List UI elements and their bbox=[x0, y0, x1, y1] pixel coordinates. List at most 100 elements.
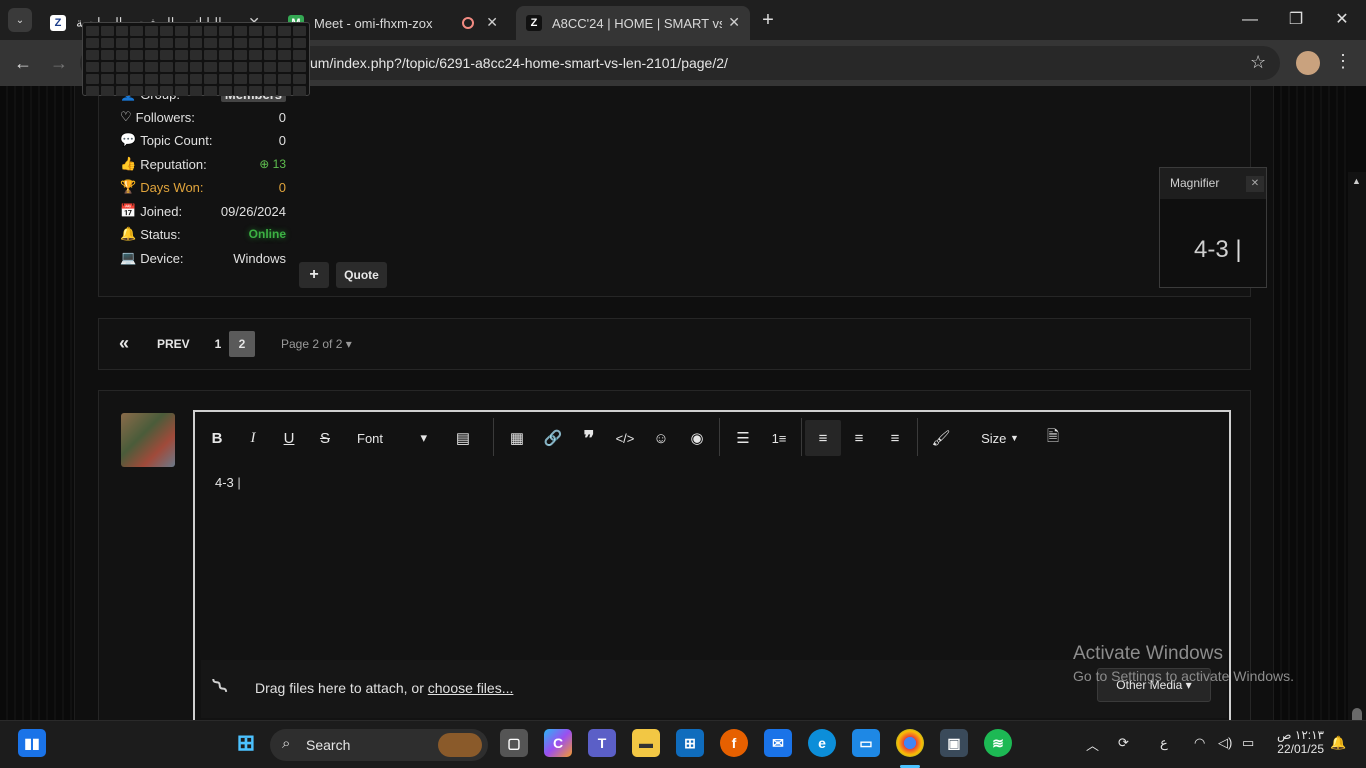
profile-followers-row: ♡ Followers: 0 bbox=[120, 107, 288, 127]
first-page-icon[interactable]: « bbox=[119, 333, 129, 354]
page-scrollbar[interactable]: ▲ ▼ bbox=[1348, 172, 1366, 720]
magnified-text: 4-3 bbox=[1194, 236, 1229, 263]
tab-search-button[interactable]: ⌄ bbox=[8, 8, 32, 32]
italic-button[interactable]: I bbox=[235, 420, 271, 456]
tab-favicon: Z bbox=[50, 15, 66, 31]
size-dropdown[interactable]: Size ▼ bbox=[975, 420, 1025, 456]
joined-value: 09/26/2024 bbox=[220, 203, 286, 219]
bold-button[interactable]: B bbox=[199, 420, 235, 456]
close-window-button[interactable]: ✕ bbox=[1332, 8, 1352, 32]
app-icon[interactable]: ▭ bbox=[852, 729, 880, 757]
tab-title: A8CC'24 | HOME | SMART vs LEN bbox=[552, 15, 722, 31]
attach-instructions: Drag files here to attach, or choose fil… bbox=[255, 680, 513, 696]
bulleted-list-icon[interactable]: ☰ bbox=[725, 420, 761, 456]
clock[interactable]: ١٢:١٣ ص 22/01/25 bbox=[1274, 728, 1324, 756]
tab-close-icon[interactable]: ✕ bbox=[486, 14, 498, 31]
bookmark-star-icon[interactable]: ☆ bbox=[1250, 52, 1266, 73]
caret-down-icon: ▾ bbox=[345, 337, 352, 351]
multiquote-plus-button[interactable]: + bbox=[299, 262, 329, 288]
plus-circle-icon: ⊕ bbox=[259, 157, 273, 171]
toolbar-divider bbox=[917, 418, 918, 456]
status-badge: Online bbox=[248, 227, 286, 241]
toolbar-divider bbox=[493, 418, 494, 456]
strikethrough-button[interactable]: S bbox=[307, 420, 343, 456]
page-jump-dropdown[interactable]: Page 2 of 2 ▾ bbox=[281, 337, 352, 351]
quote-button[interactable]: Quote bbox=[336, 262, 387, 288]
widgets-icon[interactable]: ▮▮ bbox=[18, 729, 46, 757]
link-icon[interactable]: 🔗 bbox=[535, 420, 571, 456]
tab-2[interactable]: M Meet - omi-fhxm-zox ✕ bbox=[278, 6, 508, 40]
choose-files-link[interactable]: choose files... bbox=[428, 680, 514, 696]
taskbar-search-box[interactable]: ⌕ Search bbox=[270, 729, 488, 761]
tray-overflow-chevron-icon[interactable]: ︿ bbox=[1086, 735, 1099, 754]
comments-icon: 💬 bbox=[120, 132, 137, 147]
days-won-value: 0 bbox=[278, 179, 286, 195]
background-pattern bbox=[0, 86, 74, 720]
trophy-icon: 🏆 bbox=[120, 179, 137, 194]
font-dropdown[interactable]: Font ▾ bbox=[347, 420, 437, 456]
underline-button[interactable]: U bbox=[271, 420, 307, 456]
language-indicator[interactable]: ع bbox=[1160, 735, 1168, 751]
paint-brush-icon[interactable]: 🖌 bbox=[923, 420, 959, 456]
menu-kebab-icon[interactable]: ⋮ bbox=[1334, 51, 1352, 72]
sync-icon[interactable]: ⟳ bbox=[1118, 735, 1129, 751]
teams-icon[interactable]: T bbox=[588, 729, 616, 757]
notifications-bell-icon[interactable]: 🔔 bbox=[1330, 735, 1346, 751]
reputation-value: ⊕ 13 bbox=[259, 157, 286, 171]
tab-close-icon[interactable]: ✕ bbox=[728, 14, 740, 31]
forward-button[interactable]: → bbox=[48, 52, 70, 74]
mail-icon[interactable]: ✉ bbox=[764, 729, 792, 757]
emoji-icon[interactable]: ☺ bbox=[643, 420, 679, 456]
document-template-icon[interactable]: ▤ bbox=[445, 420, 481, 456]
maximize-button[interactable]: ❐ bbox=[1286, 8, 1306, 32]
minimize-button[interactable]: — bbox=[1240, 8, 1260, 32]
topic-count-value: 0 bbox=[278, 132, 286, 148]
bell-icon: 🔔 bbox=[120, 226, 137, 241]
back-button[interactable]: ← bbox=[12, 52, 34, 74]
activate-windows-subtitle: Go to Settings to activate Windows. bbox=[1073, 668, 1294, 684]
size-label: Size bbox=[981, 430, 1007, 446]
source-document-icon[interactable]: 🗎 bbox=[1035, 420, 1071, 456]
store-icon[interactable]: ⊞ bbox=[676, 729, 704, 757]
align-center-icon[interactable]: ≡ bbox=[841, 420, 877, 456]
on-screen-keyboard-preview[interactable] bbox=[82, 22, 310, 96]
activate-windows-title: Activate Windows bbox=[1073, 643, 1223, 664]
quote-icon[interactable]: ❞ bbox=[571, 420, 607, 456]
copilot-icon[interactable]: C bbox=[544, 729, 572, 757]
thumbs-up-icon: 👍 bbox=[120, 156, 137, 171]
page-link-1[interactable]: 1 bbox=[205, 331, 231, 357]
magnifier-close-icon[interactable]: ✕ bbox=[1246, 176, 1264, 192]
align-left-icon[interactable]: ≡ bbox=[805, 420, 841, 456]
magnifier-window[interactable]: Magnifier ✕ 4-3 | bbox=[1159, 167, 1267, 288]
editor-text-area[interactable]: 4-3 | bbox=[215, 475, 241, 490]
profile-topic-count-row: 💬 Topic Count: 0 bbox=[120, 130, 288, 150]
battery-icon[interactable]: ▭ bbox=[1242, 735, 1254, 751]
toolbar-divider bbox=[801, 418, 802, 456]
page-link-2-current[interactable]: 2 bbox=[229, 331, 255, 357]
prev-page-link[interactable]: PREV bbox=[157, 337, 190, 351]
remote-desktop-icon[interactable]: ▣ bbox=[940, 729, 968, 757]
laptop-icon: 💻 bbox=[120, 250, 137, 265]
toolbar-divider bbox=[719, 418, 720, 456]
tab-3-active[interactable]: Z A8CC'24 | HOME | SMART vs LEN ✕ bbox=[516, 6, 750, 40]
tab-favicon: Z bbox=[526, 15, 542, 31]
code-icon[interactable]: </> bbox=[607, 420, 643, 456]
spoiler-eye-icon[interactable]: ◉ bbox=[679, 420, 715, 456]
edge-icon[interactable]: e bbox=[808, 729, 836, 757]
file-explorer-icon[interactable]: ▬ bbox=[632, 729, 660, 757]
caret-down-icon: ▼ bbox=[1010, 433, 1019, 443]
scrollbar-thumb[interactable] bbox=[1352, 708, 1362, 720]
wifi-icon[interactable]: ◠ bbox=[1194, 735, 1205, 751]
numbered-list-icon[interactable]: 1≡ bbox=[761, 420, 797, 456]
scroll-up-arrow[interactable]: ▲ bbox=[1352, 176, 1361, 186]
start-windows-icon[interactable]: ⊞ bbox=[232, 729, 260, 757]
table-icon[interactable]: ▦ bbox=[499, 420, 535, 456]
volume-icon[interactable]: ◁) bbox=[1218, 735, 1232, 751]
firefox-icon[interactable]: f bbox=[720, 729, 748, 757]
task-view-icon[interactable]: ▢ bbox=[500, 729, 528, 757]
new-tab-button[interactable]: + bbox=[758, 8, 778, 32]
chrome-icon[interactable] bbox=[896, 729, 924, 757]
align-right-icon[interactable]: ≡ bbox=[877, 420, 913, 456]
profile-avatar[interactable] bbox=[1296, 51, 1320, 75]
spotify-icon[interactable]: ≋ bbox=[984, 729, 1012, 757]
